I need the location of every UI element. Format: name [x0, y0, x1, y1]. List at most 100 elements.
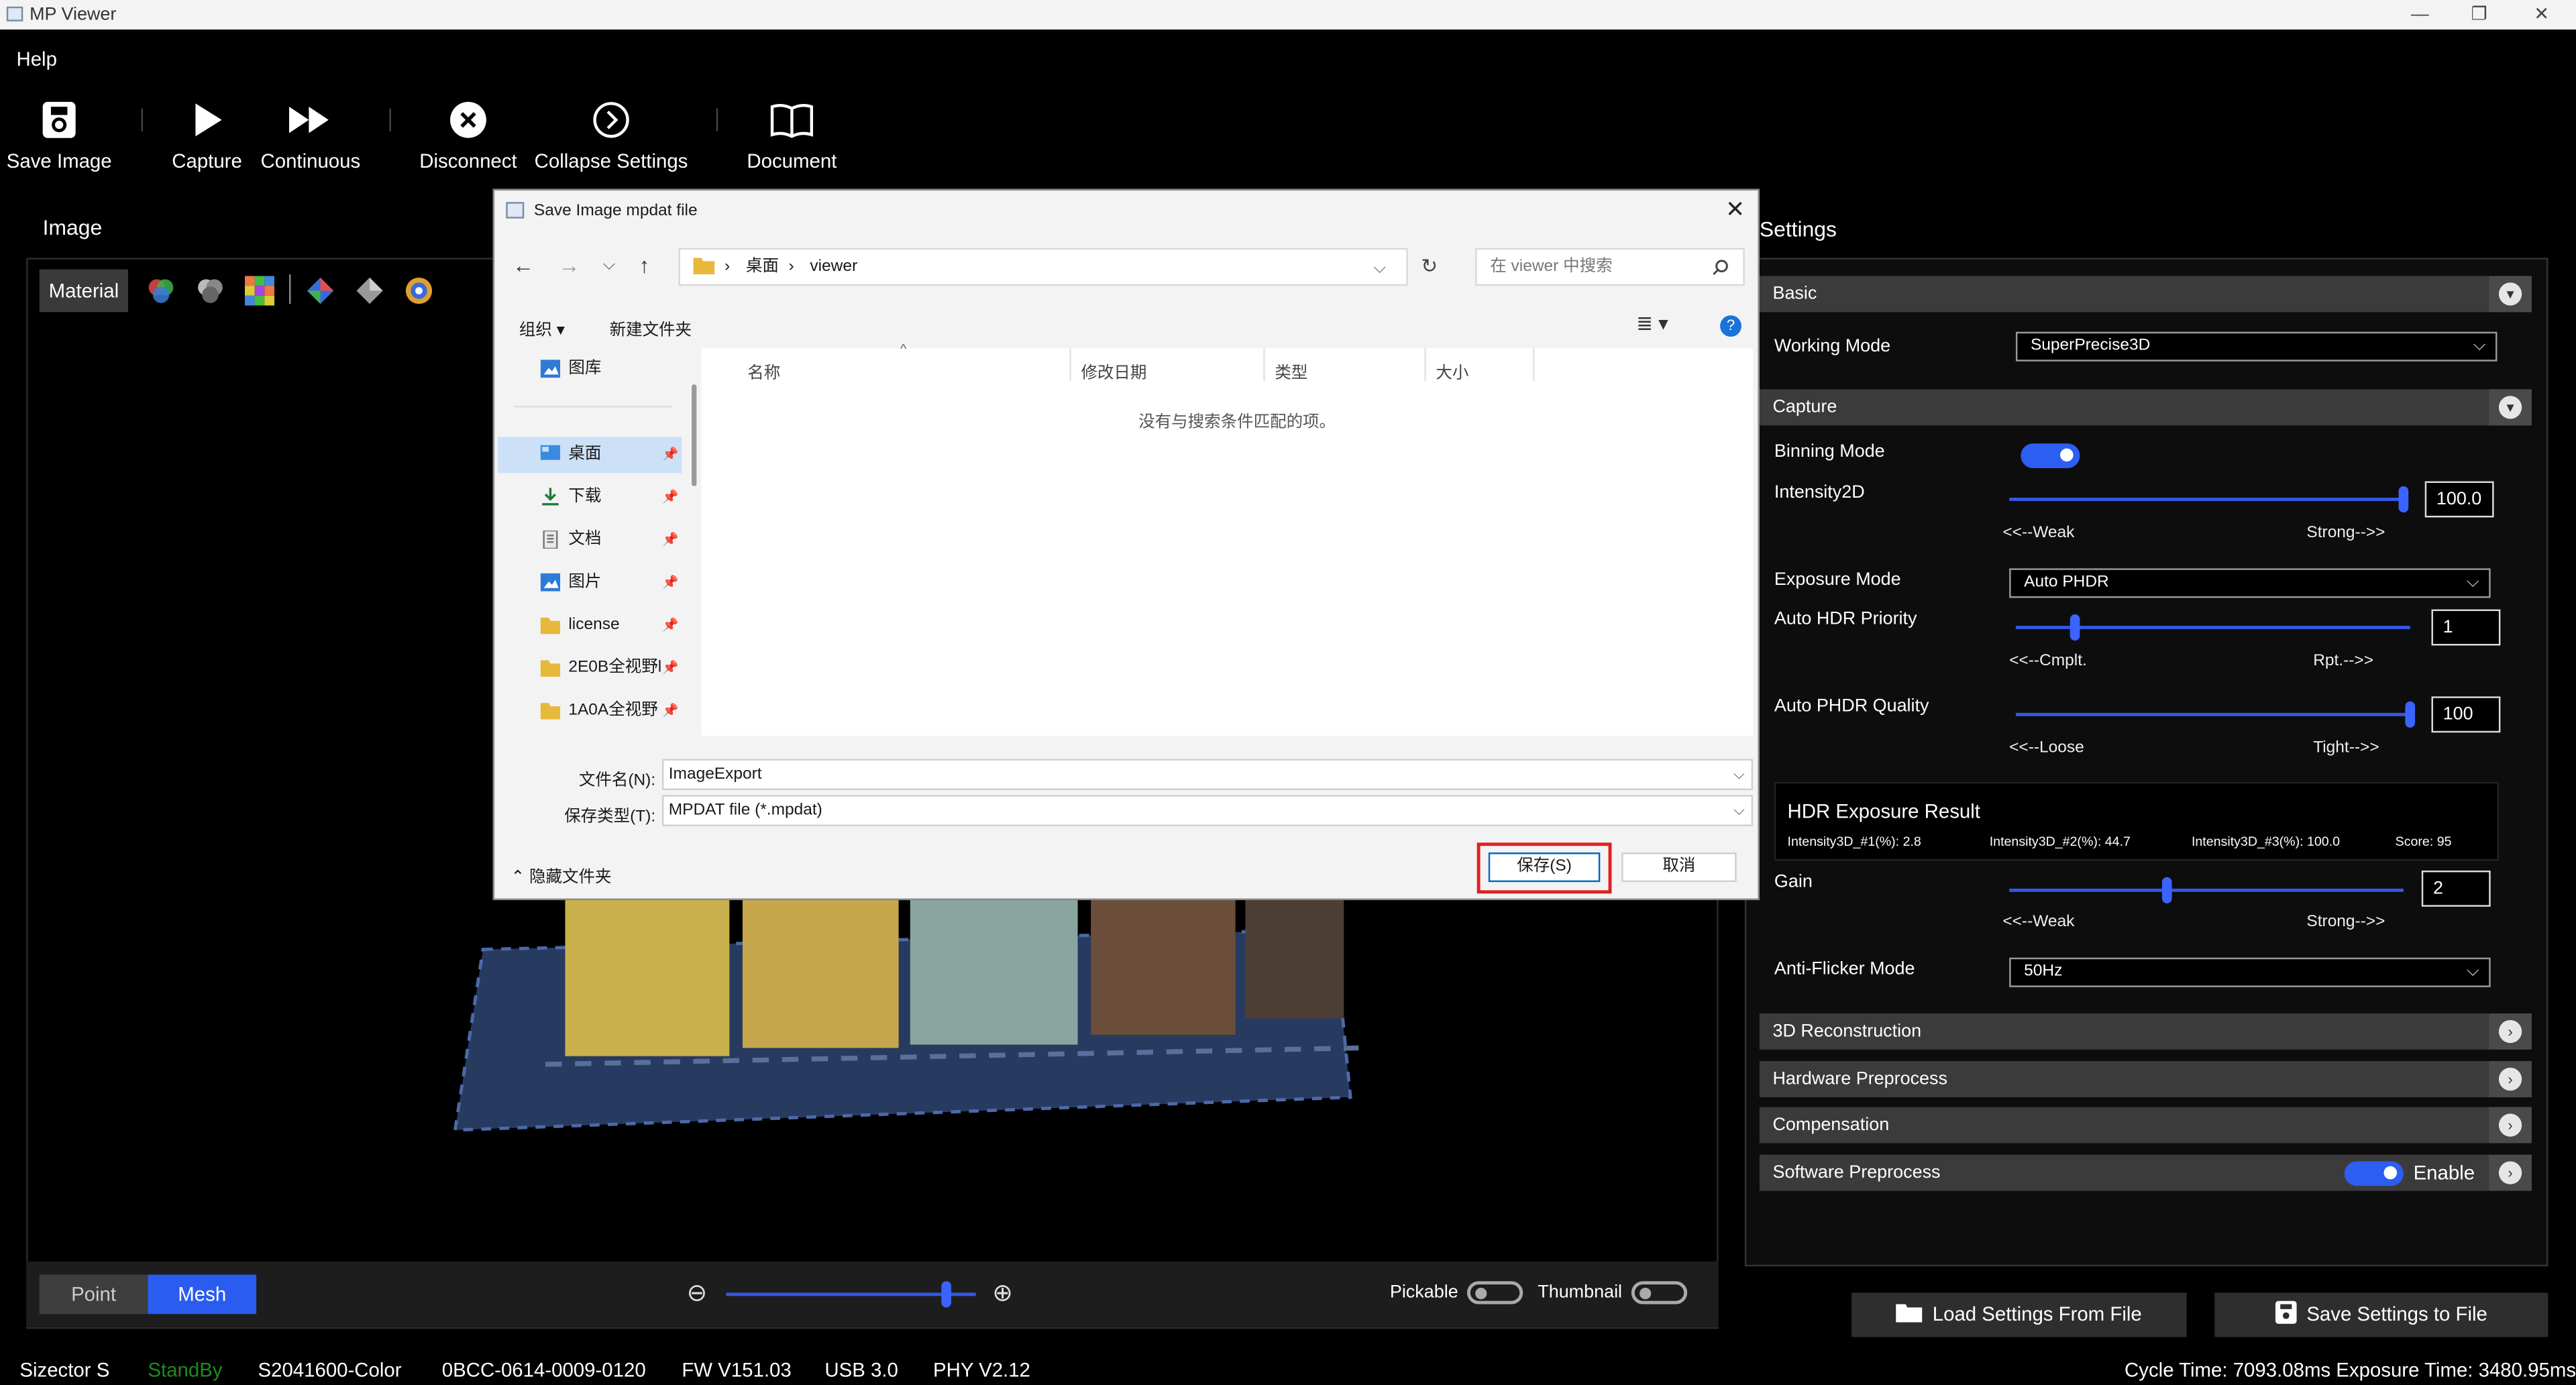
organize-button[interactable]: 组织 ▾ [519, 315, 565, 340]
material-button[interactable]: Material [39, 269, 129, 313]
recent-dropdown-icon[interactable]: ⌵ [603, 256, 616, 274]
help-icon[interactable]: ? [1720, 315, 1741, 337]
zoom-slider[interactable] [726, 1281, 976, 1308]
continuous-button[interactable]: Continuous [256, 95, 365, 172]
grayscale-icon[interactable] [195, 276, 225, 305]
capture-button[interactable]: Capture [164, 95, 250, 172]
anti-flicker-select[interactable]: 50Hz ⌵ [2009, 957, 2491, 987]
exposure-mode-value: Auto PHDR [2024, 573, 2109, 592]
software-preprocess-toggle[interactable] [2344, 1161, 2404, 1186]
close-button[interactable]: ✕ [2517, 1, 2566, 27]
chevron-down-icon[interactable]: ▾ [2498, 282, 2522, 306]
back-icon[interactable]: ← [513, 253, 534, 278]
nav-scrollbar[interactable] [692, 384, 697, 486]
auto-hdr-priority-slider-handle[interactable] [2070, 614, 2080, 641]
nav-folder-1[interactable]: 2E0B全视野l 📌 [498, 651, 682, 687]
working-mode-select[interactable]: SuperPrecise3D ⌵ [2015, 331, 2498, 362]
section-basic[interactable]: Basic ▾ [1759, 276, 2532, 313]
mesh-mode-button[interactable]: Mesh [148, 1274, 257, 1315]
window-title: MP Viewer [30, 5, 117, 25]
forward-icon[interactable]: → [559, 253, 580, 278]
column-divider [1069, 348, 1071, 382]
maximize-button[interactable]: ❐ [2455, 1, 2504, 27]
pin-icon: 📌 [661, 575, 679, 590]
zoom-in-icon[interactable]: ⊕ [992, 1278, 1013, 1308]
auto-phdr-quality-value[interactable]: 100 [2431, 696, 2501, 733]
load-settings-button[interactable]: Load Settings From File [1851, 1292, 2187, 1337]
nav-gallery[interactable]: 图库 [498, 351, 682, 388]
section-3d-reconstruction[interactable]: 3D Reconstruction › [1759, 1013, 2532, 1050]
column-modified[interactable]: 修改日期 [1081, 358, 1146, 383]
zoom-out-icon[interactable]: ⊖ [687, 1278, 708, 1308]
chevron-right-icon[interactable]: › [2498, 1161, 2522, 1184]
intensity2d-value[interactable]: 100.0 [2424, 481, 2494, 518]
gain-slider-handle[interactable] [2161, 877, 2172, 903]
document-button[interactable]: Document [739, 95, 845, 172]
depth-gray-icon[interactable] [355, 276, 384, 305]
intensity2d-slider[interactable] [2009, 486, 2409, 513]
normal-color-icon[interactable] [404, 276, 433, 305]
dialog-cancel-button[interactable]: 取消 [1621, 852, 1737, 883]
nav-desktop[interactable]: 桌面 📌 [498, 437, 682, 474]
search-input[interactable]: 在 viewer 中搜索 [1475, 247, 1745, 286]
chevron-down-icon[interactable]: ⌵ [1733, 761, 1745, 789]
menu-help[interactable]: Help [16, 48, 56, 70]
section-capture[interactable]: Capture ▾ [1759, 389, 2532, 426]
column-type[interactable]: 类型 [1275, 358, 1307, 383]
column-name[interactable]: 名称 [747, 358, 780, 383]
dialog-save-button[interactable]: 保存(S) [1488, 852, 1601, 883]
auto-phdr-quality-slider-handle[interactable] [2405, 701, 2416, 728]
save-settings-button[interactable]: Save Settings to File [2214, 1292, 2548, 1337]
auto-hdr-priority-slider[interactable] [2015, 614, 2410, 641]
intensity2d-slider-handle[interactable] [2398, 486, 2409, 513]
capture-label: Capture [172, 149, 242, 173]
collapse-settings-button[interactable]: Collapse Settings [531, 95, 692, 172]
new-folder-button[interactable]: 新建文件夹 [610, 315, 692, 340]
texture-grid-icon[interactable] [244, 276, 274, 306]
nav-downloads[interactable]: 下载 📌 [498, 480, 682, 516]
pickable-toggle[interactable] [1466, 1281, 1523, 1305]
depth-color-icon[interactable] [306, 276, 335, 305]
chevron-down-icon[interactable]: ▾ [2498, 396, 2522, 419]
file-list[interactable]: 名称 ^ 修改日期 类型 大小 没有与搜索条件匹配的项。 [701, 341, 1754, 736]
column-divider [1424, 348, 1426, 382]
minimize-button[interactable]: — [2396, 1, 2445, 27]
chevron-right-icon[interactable]: › [2498, 1067, 2522, 1091]
nav-documents[interactable]: 文档 📌 [498, 522, 682, 559]
filetype-select[interactable]: MPDAT file (*.mpdat) ⌵ [661, 795, 1754, 826]
exposure-mode-select[interactable]: Auto PHDR ⌵ [2009, 568, 2491, 598]
breadcrumb-desktop[interactable]: 桌面 [746, 250, 779, 284]
chevron-down-icon[interactable]: ⌵ [1373, 252, 1386, 286]
auto-phdr-quality-slider[interactable] [2015, 701, 2416, 728]
section-compensation[interactable]: Compensation › [1759, 1107, 2532, 1144]
chevron-right-icon[interactable]: › [2498, 1019, 2522, 1044]
filetype-label: 保存类型(T): [564, 808, 656, 826]
column-size[interactable]: 大小 [1436, 358, 1468, 383]
refresh-icon[interactable]: ↻ [1421, 255, 1438, 278]
filename-input[interactable]: ImageExport ⌵ [661, 759, 1754, 790]
up-icon[interactable]: ↑ [639, 253, 650, 278]
rgb-color-icon[interactable] [146, 276, 176, 305]
nav-folder-2[interactable]: 1A0A全视野 📌 [498, 693, 682, 729]
auto-hdr-priority-value[interactable]: 1 [2431, 609, 2501, 646]
disconnect-icon [450, 101, 486, 138]
save-image-button[interactable]: Save Image [7, 95, 112, 172]
thumbnail-toggle[interactable] [1631, 1281, 1688, 1305]
view-options-icon[interactable]: ≣ ▾ [1636, 312, 1668, 335]
address-bar[interactable]: › 桌面 › viewer ⌵ [678, 247, 1408, 286]
point-mode-button[interactable]: Point [39, 1274, 148, 1315]
hide-folders-button[interactable]: ⌃ 隐藏文件夹 [511, 863, 612, 887]
zoom-slider-handle[interactable] [941, 1281, 951, 1308]
gain-value[interactable]: 2 [2421, 870, 2491, 907]
section-software-preprocess[interactable]: Software Preprocess Enable › [1759, 1154, 2532, 1191]
chevron-right-icon[interactable]: › [2498, 1113, 2522, 1137]
breadcrumb-viewer[interactable]: viewer [810, 250, 857, 284]
binning-mode-toggle[interactable] [2021, 443, 2080, 468]
section-hardware-preprocess[interactable]: Hardware Preprocess › [1759, 1061, 2532, 1097]
gain-slider[interactable] [2009, 877, 2404, 903]
nav-license[interactable]: license 📌 [498, 608, 682, 644]
dialog-close-icon[interactable]: ✕ [1725, 195, 1745, 223]
disconnect-button[interactable]: Disconnect [416, 95, 521, 172]
chevron-down-icon[interactable]: ⌵ [1733, 797, 1745, 825]
nav-pictures[interactable]: 图片 📌 [498, 565, 682, 601]
